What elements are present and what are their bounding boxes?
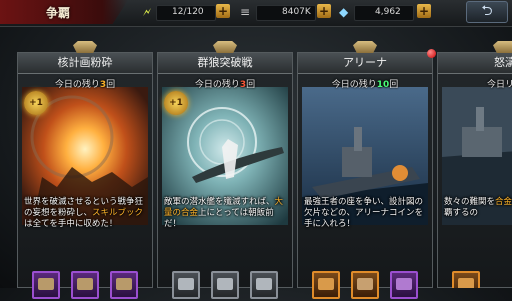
card-description: 数々の難関を合金を勝ち取れ 制覇するの — [444, 197, 512, 218]
reward-blueprint-slot[interactable] — [351, 271, 379, 299]
diamond-value: 4,962 — [375, 7, 401, 17]
card-title: 群狼突破戦 — [158, 53, 292, 74]
bonus-badge: +1 — [24, 91, 48, 115]
add-stamina-button[interactable]: + — [216, 4, 230, 18]
reward-skillbook-slot[interactable] — [32, 271, 60, 299]
reward-slots — [18, 271, 152, 301]
notification-dot — [427, 49, 436, 58]
reward-skillbook-slot[interactable] — [71, 271, 99, 299]
card-description: 世界を破滅させるという戦争狂の妄想を粉砕し、スキルブックは全てを手中に収めた！ — [24, 197, 144, 229]
alloy-icon — [256, 278, 272, 290]
card-title: 怒濤 — [438, 53, 512, 74]
blueprint-icon — [318, 278, 334, 290]
bonus-badge: +1 — [164, 91, 188, 115]
card-clip-right: 怒濤 今日リセ 数々の難関を合金を勝ち取れ 制覇するの — [437, 40, 512, 288]
card-title: アリーナ — [298, 53, 432, 74]
reward-arena-coin-slot[interactable] — [390, 271, 418, 299]
arena-coin-icon — [396, 278, 412, 290]
back-button[interactable]: ⮌ — [466, 1, 508, 23]
remaining-count-text: 今日リセ — [486, 80, 512, 90]
remaining-count-text: 今日の残り3回 — [194, 80, 256, 90]
reward-alloy-slot[interactable] — [211, 271, 239, 299]
card-description: 最強王者の座を争い、設計図の欠片などの、アリーナコインを手に入れろ！ — [304, 197, 424, 229]
mode-card-onslaught[interactable]: 怒濤 今日リセ 数々の難関を合金を勝ち取れ 制覇するの — [437, 41, 512, 288]
top-bar: 争覇 🗲 12/120 + ≡ 8407K + ◆ 4,962 + ⮌ — [0, 0, 512, 27]
stamina-value: 12/120 — [172, 7, 204, 17]
reward-slots — [158, 271, 292, 301]
skillbook-icon — [38, 278, 54, 290]
alloy-icon — [217, 278, 233, 290]
diamond-icon: ◆ — [339, 5, 349, 19]
reward-slots — [298, 271, 432, 301]
reward-blueprint-slot[interactable] — [312, 271, 340, 299]
reward-skillbook-slot[interactable] — [110, 271, 138, 299]
reward-slot[interactable] — [452, 271, 480, 288]
skillbook-icon — [77, 278, 93, 290]
stamina-icon: 🗲 — [143, 5, 151, 19]
mode-card-arena[interactable]: アリーナ 今日の残り10回 最強王者の座を争い、設計図の欠片などの、アリーナコイ… — [297, 41, 436, 299]
silver-value: 8407K — [282, 7, 311, 17]
add-diamond-button[interactable]: + — [417, 4, 431, 18]
remaining-count-text: 今日の残り10回 — [331, 80, 399, 90]
alloy-icon — [178, 278, 194, 290]
reward-icon — [458, 278, 474, 288]
silver-icon: ≡ — [240, 5, 251, 19]
reward-slots — [438, 271, 512, 288]
reward-alloy-slot[interactable] — [250, 271, 278, 299]
remaining-count-text: 今日の残り3回 — [54, 80, 116, 90]
card-title: 核計画粉砕 — [18, 53, 152, 74]
card-description: 敵軍の潜水艦を殲滅すれば、大量の合金上にとっては朝飯前だ！ — [164, 197, 284, 229]
mode-card-wolfpack[interactable]: 群狼突破戦 今日の残り3回 +1 敵軍の潜水艦を殲滅すれば、大量の合金上にとって… — [157, 41, 293, 299]
page-title: 争覇 — [46, 6, 71, 20]
reward-alloy-slot[interactable] — [172, 271, 200, 299]
add-silver-button[interactable]: + — [317, 4, 331, 18]
skillbook-icon — [116, 278, 132, 290]
blueprint-icon — [357, 278, 373, 290]
mode-card-nuclear[interactable]: 核計画粉砕 今日の残り3回 +1 世界を破滅させるという戦争狂の妄想を粉砕し、ス… — [17, 41, 153, 299]
